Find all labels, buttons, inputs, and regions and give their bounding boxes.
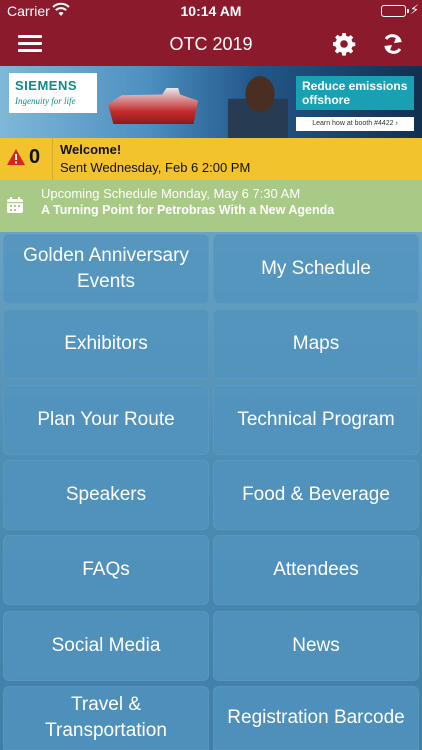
divider [52, 138, 53, 180]
tile-plan-your-route[interactable]: Plan Your Route [3, 385, 209, 455]
alert-text: Sent Wednesday, Feb 6 2:00 PM [60, 160, 251, 175]
alert-count: 0 [29, 146, 41, 168]
tile-faqs[interactable]: FAQs [3, 535, 209, 605]
tile-travel-transportation[interactable]: Travel & Transportation [3, 686, 209, 750]
clock: 10:14 AM [180, 3, 242, 19]
alert-title: Welcome! [60, 142, 122, 157]
person-image [228, 72, 288, 138]
schedule-time: Upcoming Schedule Monday, May 6 7:30 AM [41, 186, 301, 201]
ad-cta[interactable]: Learn how at booth #4422 › [296, 117, 414, 131]
tile-speakers[interactable]: Speakers [3, 460, 209, 530]
tile-news[interactable]: News [213, 611, 419, 681]
page-title: OTC 2019 [169, 34, 253, 54]
status-bar: Carrier 10:14 AM ⚡ [0, 0, 422, 22]
alert-count-box: 0 [0, 138, 50, 180]
brand-name: SIEMENS [15, 78, 78, 93]
tile-social-media[interactable]: Social Media [3, 611, 209, 681]
tile-golden-anniversary-events[interactable]: Golden Anniversary Events [3, 234, 209, 304]
tile-exhibitors[interactable]: Exhibitors [3, 309, 209, 379]
tile-my-schedule[interactable]: My Schedule [213, 234, 419, 304]
schedule-title: A Turning Point for Petrobras With a New… [41, 203, 335, 217]
upcoming-schedule-bar[interactable]: Upcoming Schedule Monday, May 6 7:30 AM … [0, 180, 422, 232]
siemens-logo: SIEMENS Ingenuity for life [9, 73, 97, 113]
battery-icon [381, 5, 409, 17]
calendar-icon [6, 196, 24, 219]
refresh-icon[interactable] [382, 32, 404, 61]
tile-maps[interactable]: Maps [213, 309, 419, 379]
nav-bar: OTC 2019 [0, 22, 422, 66]
ship-image [108, 88, 198, 124]
tile-food-beverage[interactable]: Food & Beverage [213, 460, 419, 530]
alert-bar[interactable]: 0 Welcome! Sent Wednesday, Feb 6 2:00 PM [0, 138, 422, 180]
tile-attendees[interactable]: Attendees [213, 535, 419, 605]
charging-icon: ⚡ [410, 2, 420, 17]
gear-icon[interactable] [332, 32, 356, 61]
ad-headline-box: Reduce emissions offshore [296, 76, 414, 110]
advertisement-banner[interactable]: SIEMENS Ingenuity for life Reduce emissi… [0, 66, 422, 138]
ad-headline: Reduce emissions offshore [302, 79, 408, 107]
tile-technical-program[interactable]: Technical Program [213, 385, 419, 455]
warning-icon [6, 148, 26, 171]
tile-registration-barcode[interactable]: Registration Barcode [213, 686, 419, 750]
brand-tagline: Ingenuity for life [15, 96, 76, 106]
